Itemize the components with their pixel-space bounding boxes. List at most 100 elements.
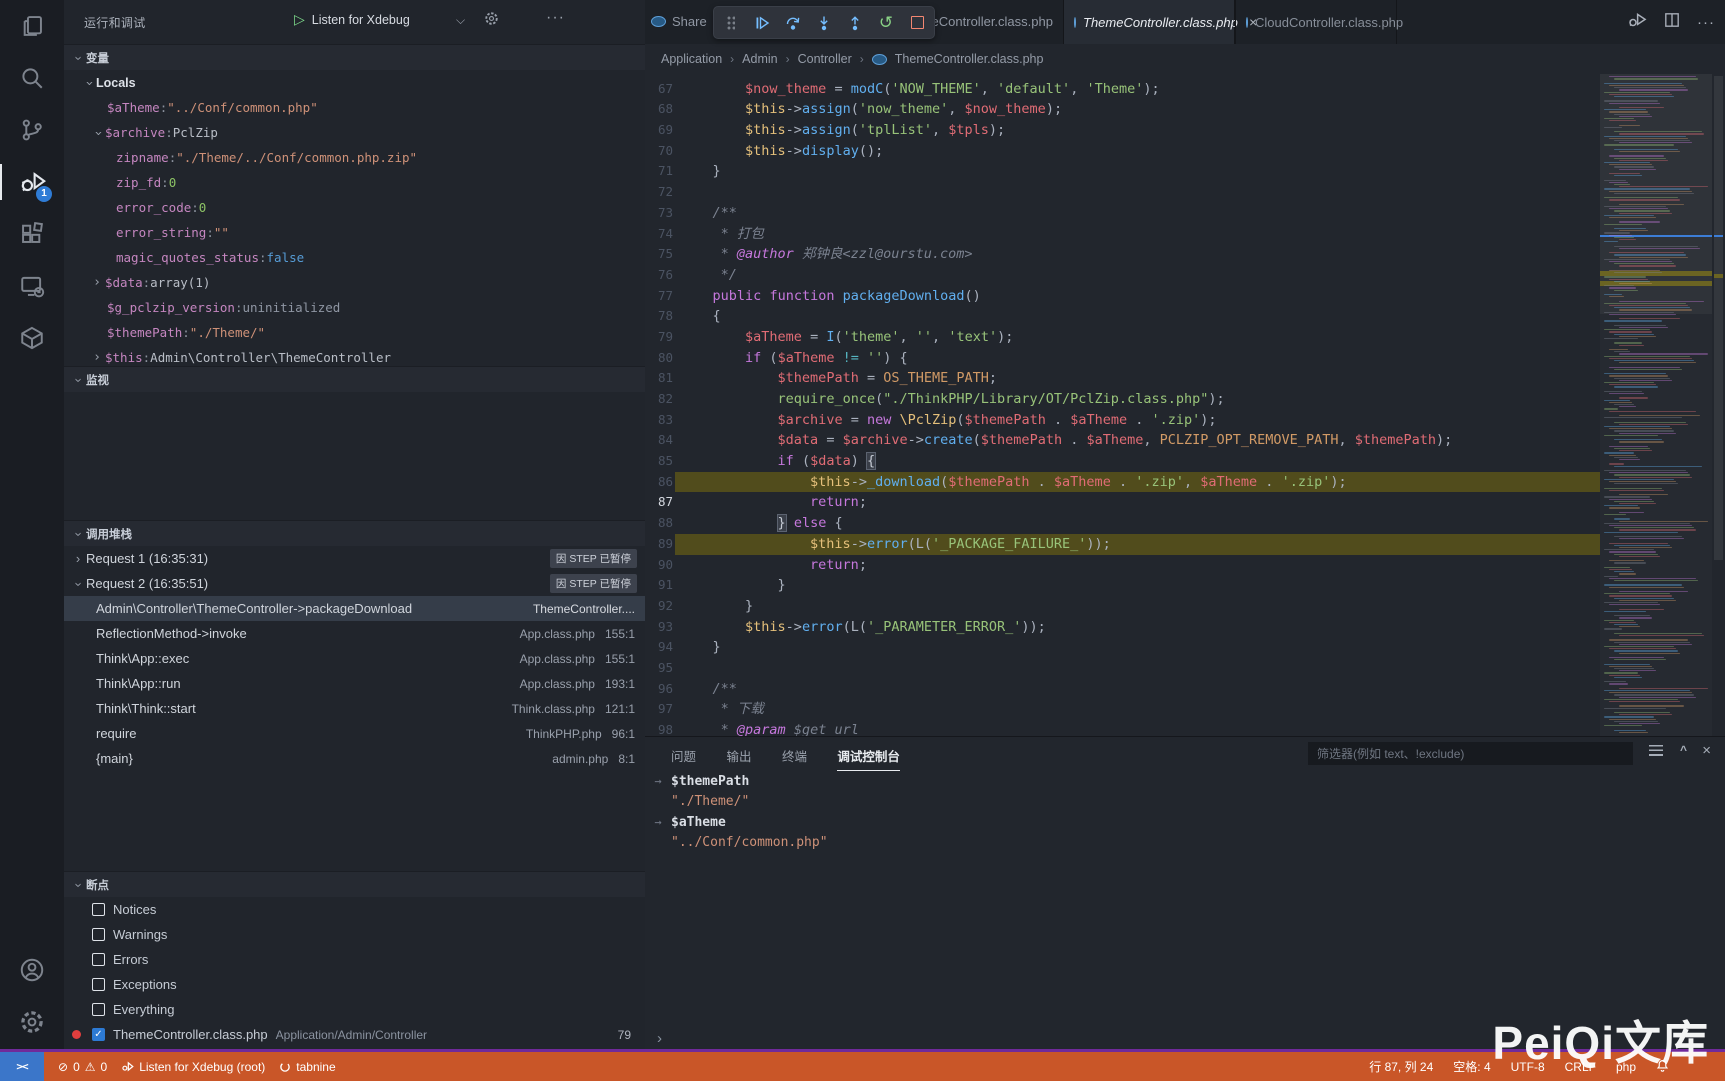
chevron-icon[interactable]: › bbox=[90, 125, 105, 141]
more-actions-icon[interactable]: ··· bbox=[546, 9, 565, 27]
chevron-icon[interactable]: › bbox=[71, 576, 86, 592]
variable-row[interactable]: zipname: "./Theme/../Conf/common.php.zip… bbox=[64, 145, 645, 170]
code-line[interactable]: 87 return; bbox=[645, 492, 1600, 513]
code-line[interactable]: 81 $themePath = OS_THEME_PATH; bbox=[645, 368, 1600, 389]
code-line[interactable]: 70 $this->display(); bbox=[645, 141, 1600, 162]
settings-gear-icon[interactable] bbox=[0, 996, 64, 1048]
tabnine-status[interactable]: tabnine bbox=[279, 1060, 335, 1074]
code-line[interactable]: 80 if ($aTheme != '') { bbox=[645, 348, 1600, 369]
checkbox[interactable] bbox=[92, 978, 105, 991]
code-line[interactable]: 71 } bbox=[645, 161, 1600, 182]
cube-icon[interactable] bbox=[0, 312, 64, 364]
variable-row[interactable]: error_string: "" bbox=[64, 220, 645, 245]
code-line[interactable]: 90 return; bbox=[645, 555, 1600, 576]
code-line[interactable]: 98 * @param $get_url bbox=[645, 720, 1600, 737]
search-icon[interactable] bbox=[0, 52, 64, 104]
restart-button[interactable]: ↺ bbox=[877, 13, 895, 33]
callstack-session-row[interactable]: ›Request 1 (16:35:31)因 STEP 已暂停 bbox=[64, 546, 645, 571]
continue-button[interactable] bbox=[753, 13, 771, 33]
maximize-panel-icon[interactable]: ^ bbox=[1680, 743, 1687, 757]
checkbox[interactable]: ✓ bbox=[92, 1028, 105, 1041]
tab-cloudcontroller[interactable]: CloudController.class.php bbox=[1235, 0, 1397, 44]
breakpoint-toggle-row[interactable]: Errors bbox=[64, 947, 645, 972]
code-line[interactable]: 91 } bbox=[645, 575, 1600, 596]
tab-output[interactable]: 输出 bbox=[726, 746, 751, 770]
code-line[interactable]: 93 $this->error(L('_PARAMETER_ERROR_')); bbox=[645, 617, 1600, 638]
stack-frame-row[interactable]: Think\Think::startThink.class.php121:1 bbox=[64, 696, 645, 721]
problems-status[interactable]: ⊘0 ⚠0 bbox=[58, 1060, 107, 1074]
tab-share-fragment[interactable]: Share bbox=[672, 14, 707, 29]
breakpoint-toggle-row[interactable]: Notices bbox=[64, 897, 645, 922]
filter-icon[interactable] bbox=[1649, 745, 1663, 756]
source-control-icon[interactable] bbox=[0, 104, 64, 156]
tab-sharecontroller[interactable]: areController.class.php bbox=[920, 14, 1053, 29]
stack-frame-row[interactable]: {main}admin.php8:1 bbox=[64, 746, 645, 771]
code-line[interactable]: 67 $now_theme = modC('NOW_THEME', 'defau… bbox=[645, 79, 1600, 100]
console-prompt-icon[interactable]: › bbox=[657, 1030, 662, 1047]
code-line[interactable]: 94 } bbox=[645, 637, 1600, 658]
code-line[interactable]: 89 $this->error(L('_PACKAGE_FAILURE_')); bbox=[645, 534, 1600, 555]
code-line[interactable]: 69 $this->assign('tplList', $tpls); bbox=[645, 120, 1600, 141]
code-line[interactable]: 78 { bbox=[645, 306, 1600, 327]
checkbox[interactable] bbox=[92, 928, 105, 941]
stack-frame-row[interactable]: Think\App::execApp.class.php155:1 bbox=[64, 646, 645, 671]
account-icon[interactable] bbox=[0, 944, 64, 996]
run-debug-icon[interactable]: 1 bbox=[0, 156, 64, 208]
watch-section-header[interactable]: › 监视 bbox=[64, 366, 645, 392]
variable-row[interactable]: ›$data: array(1) bbox=[64, 270, 645, 295]
callstack-section-header[interactable]: › 调用堆栈 bbox=[64, 520, 645, 546]
code-line[interactable]: 73 /** bbox=[645, 203, 1600, 224]
variable-row[interactable]: ›Locals bbox=[64, 70, 645, 95]
breakpoint-toggle-row[interactable]: Everything bbox=[64, 997, 645, 1022]
chevron-icon[interactable]: › bbox=[89, 350, 105, 365]
stack-frame-row[interactable]: ReflectionMethod->invokeApp.class.php155… bbox=[64, 621, 645, 646]
indentation[interactable]: 空格: 4 bbox=[1453, 1058, 1490, 1075]
stop-button[interactable] bbox=[908, 13, 926, 33]
extensions-icon[interactable] bbox=[0, 208, 64, 260]
code-line[interactable]: 95 bbox=[645, 658, 1600, 679]
code-line[interactable]: 77 public function packageDownload() bbox=[645, 286, 1600, 307]
breakpoint-file-row[interactable]: ✓ThemeController.class.phpApplication/Ad… bbox=[64, 1022, 645, 1047]
code-line[interactable]: 76 */ bbox=[645, 265, 1600, 286]
code-line[interactable]: 82 require_once("./ThinkPHP/Library/OT/P… bbox=[645, 389, 1600, 410]
code-line[interactable]: 92 } bbox=[645, 596, 1600, 617]
code-line[interactable]: 86 $this->_download($themePath . $aTheme… bbox=[645, 472, 1600, 493]
breadcrumb[interactable]: Application› Admin› Controller› ThemeCon… bbox=[645, 44, 1725, 74]
stack-frame-row[interactable]: requireThinkPHP.php96:1 bbox=[64, 721, 645, 746]
scrollbar-slider[interactable] bbox=[1714, 76, 1723, 560]
run-or-debug-icon[interactable] bbox=[1627, 10, 1647, 35]
code-line[interactable]: 72 bbox=[645, 182, 1600, 203]
variable-row[interactable]: magic_quotes_status: false bbox=[64, 245, 645, 270]
code-line[interactable]: 96 /** bbox=[645, 679, 1600, 700]
files-icon[interactable] bbox=[0, 0, 64, 52]
breakpoints-section-header[interactable]: › 断点 bbox=[64, 871, 645, 897]
checkbox[interactable] bbox=[92, 953, 105, 966]
start-debug-button[interactable]: ▷ Listen for Xdebug bbox=[294, 11, 410, 28]
minimap[interactable] bbox=[1600, 74, 1712, 737]
chevron-icon[interactable]: › bbox=[70, 551, 86, 566]
step-into-button[interactable] bbox=[815, 13, 833, 33]
stack-frame-row[interactable]: Admin\Controller\ThemeController->packag… bbox=[64, 596, 645, 621]
debug-status[interactable]: Listen for Xdebug (root) bbox=[121, 1060, 265, 1074]
code-line[interactable]: 68 $this->assign('now_theme', $now_theme… bbox=[645, 99, 1600, 120]
tab-problems[interactable]: 问题 bbox=[671, 746, 696, 770]
variable-row[interactable]: error_code: 0 bbox=[64, 195, 645, 220]
variable-row[interactable]: zip_fd: 0 bbox=[64, 170, 645, 195]
code-line[interactable]: 75 * @author 郑钟良<zzl@ourstu.com> bbox=[645, 244, 1600, 265]
code-editor[interactable]: 6667 $now_theme = modC('NOW_THEME', 'def… bbox=[645, 74, 1725, 737]
config-dropdown-icon[interactable]: ⌵ bbox=[456, 13, 465, 28]
console-filter-input[interactable] bbox=[1308, 742, 1633, 765]
variables-section-header[interactable]: › 变量 bbox=[64, 44, 645, 70]
variable-row[interactable]: $aTheme: "../Conf/common.php" bbox=[64, 95, 645, 120]
code-line[interactable]: 85 if ($data) { bbox=[645, 451, 1600, 472]
code-line[interactable]: 97 * 下载 bbox=[645, 699, 1600, 720]
cursor-position[interactable]: 行 87, 列 24 bbox=[1369, 1058, 1433, 1075]
tab-themecontroller[interactable]: ThemeController.class.php × bbox=[1063, 0, 1235, 44]
variable-row[interactable]: ›$this: Admin\Controller\ThemeController bbox=[64, 345, 645, 366]
breakpoint-toggle-row[interactable]: Exceptions bbox=[64, 972, 645, 997]
chevron-icon[interactable]: › bbox=[81, 75, 96, 91]
code-line[interactable]: 88 } else { bbox=[645, 513, 1600, 534]
code-line[interactable]: 83 $archive = new \PclZip($themePath . $… bbox=[645, 410, 1600, 431]
step-out-button[interactable] bbox=[846, 13, 864, 33]
drag-handle[interactable] bbox=[722, 13, 740, 33]
